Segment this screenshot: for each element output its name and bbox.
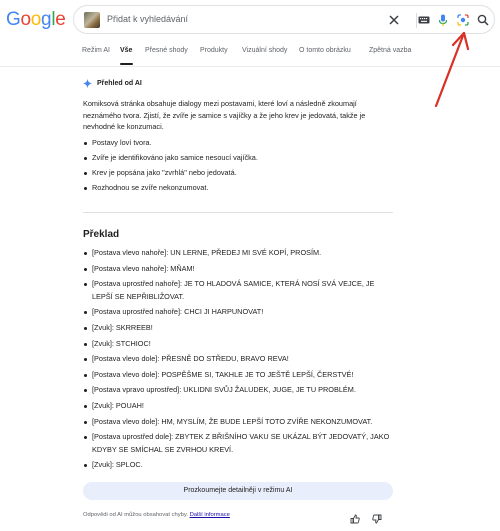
logo-letter: G — [6, 9, 21, 30]
tab-rezim-ai[interactable]: Režim AI — [82, 47, 110, 54]
list-item: Rozhodnou se zvíře nekonzumovat. — [83, 183, 258, 193]
google-logo[interactable]: Google — [6, 9, 66, 31]
thumbs-down-icon[interactable] — [372, 511, 382, 524]
logo-letter: o — [20, 9, 31, 30]
logo-letter: e — [55, 9, 66, 30]
ai-overview-points: Postavy loví tvora. Zvíře je identifikov… — [83, 138, 258, 193]
translation-line: [Postava vlevo nahoře]: UN LERNE, PŘEDEJ… — [83, 247, 393, 260]
lens-icon[interactable] — [456, 13, 470, 27]
tabs-divider — [0, 66, 500, 67]
clear-icon[interactable] — [387, 13, 401, 27]
translation-line: [Postava vlevo dole]: HM, MYSLÍM, ŽE BUD… — [83, 416, 393, 429]
translation-line: [Postava uprostřed dole]: ZBYTEK Z BŘIŠN… — [83, 431, 393, 456]
active-tab-indicator — [120, 63, 133, 65]
search-icon[interactable] — [476, 13, 490, 27]
search-bar[interactable]: Přidat k vyhledávání — [73, 5, 495, 34]
list-item: Krev je popsána jako "zvrhlá" nebo jedov… — [83, 168, 258, 178]
logo-letter: o — [30, 9, 42, 30]
translation-line: [Zvuk]: SPLOC. — [83, 459, 393, 472]
thumbs-up-icon[interactable] — [350, 511, 360, 524]
logo-letter: g — [41, 9, 52, 30]
translation-heading: Překlad — [83, 229, 120, 240]
ai-disclaimer: Odpovědi od AI můžou obsahovat chyby. Da… — [83, 512, 230, 518]
translation-line: [Zvuk]: STCHIOC! — [83, 338, 393, 351]
list-item: Zvíře je identifikováno jako samice neso… — [83, 153, 258, 163]
ai-overview-summary: Komiksová stránka obsahuje dialogy mezi … — [83, 99, 366, 132]
translation-line: [Zvuk]: SKRREEB! — [83, 322, 393, 335]
tab-vse[interactable]: Vše — [120, 47, 132, 54]
ai-sparkle-icon — [83, 79, 92, 88]
translation-line: [Postava vlevo nahoře]: MŇAM! — [83, 263, 393, 276]
translation-list: [Postava vlevo nahoře]: UN LERNE, PŘEDEJ… — [83, 247, 393, 472]
translation-line: [Postava uprostřed nahoře]: JE TO HLADOV… — [83, 278, 393, 303]
keyboard-icon[interactable] — [417, 13, 431, 27]
microphone-icon[interactable] — [436, 13, 450, 27]
ai-disclaimer-text: Odpovědi od AI můžou obsahovat chyby. — [83, 512, 188, 518]
tab-presne-shody[interactable]: Přesné shody — [145, 47, 188, 54]
tab-produkty[interactable]: Produkty — [200, 47, 228, 54]
list-item: Postavy loví tvora. — [83, 138, 258, 148]
translation-line: [Postava uprostřed nahoře]: CHCI JI HARP… — [83, 306, 393, 319]
ai-overview-header: Přehled od AI — [83, 79, 142, 88]
explore-ai-mode-button[interactable]: Prozkoumejte detailněji v režimu AI — [83, 482, 393, 500]
translation-line: [Postava vlevo dole]: POSPĚŠME SI, TAKHL… — [83, 369, 393, 382]
section-divider — [83, 212, 393, 213]
tab-o-tomto-obrazku[interactable]: O tomto obrázku — [299, 47, 351, 54]
search-input[interactable]: Přidat k vyhledávání — [107, 14, 188, 24]
header: Google Přidat k vyhledávání — [0, 0, 500, 40]
translation-line: [Postava vpravo uprostřed]: UKLIDNI SVŮJ… — [83, 384, 393, 397]
query-image-thumbnail[interactable] — [84, 12, 100, 28]
tab-zpetna-vazba[interactable]: Zpětná vazba — [369, 47, 411, 54]
translation-line: [Zvuk]: POUAH! — [83, 400, 393, 413]
tab-vizualni-shody[interactable]: Vizuální shody — [242, 47, 287, 54]
translation-line: [Postava vlevo dole]: PŘESNĚ DO STŘEDU, … — [83, 353, 393, 366]
ai-overview-title: Přehled od AI — [97, 80, 142, 87]
learn-more-link[interactable]: Další informace — [190, 512, 230, 518]
